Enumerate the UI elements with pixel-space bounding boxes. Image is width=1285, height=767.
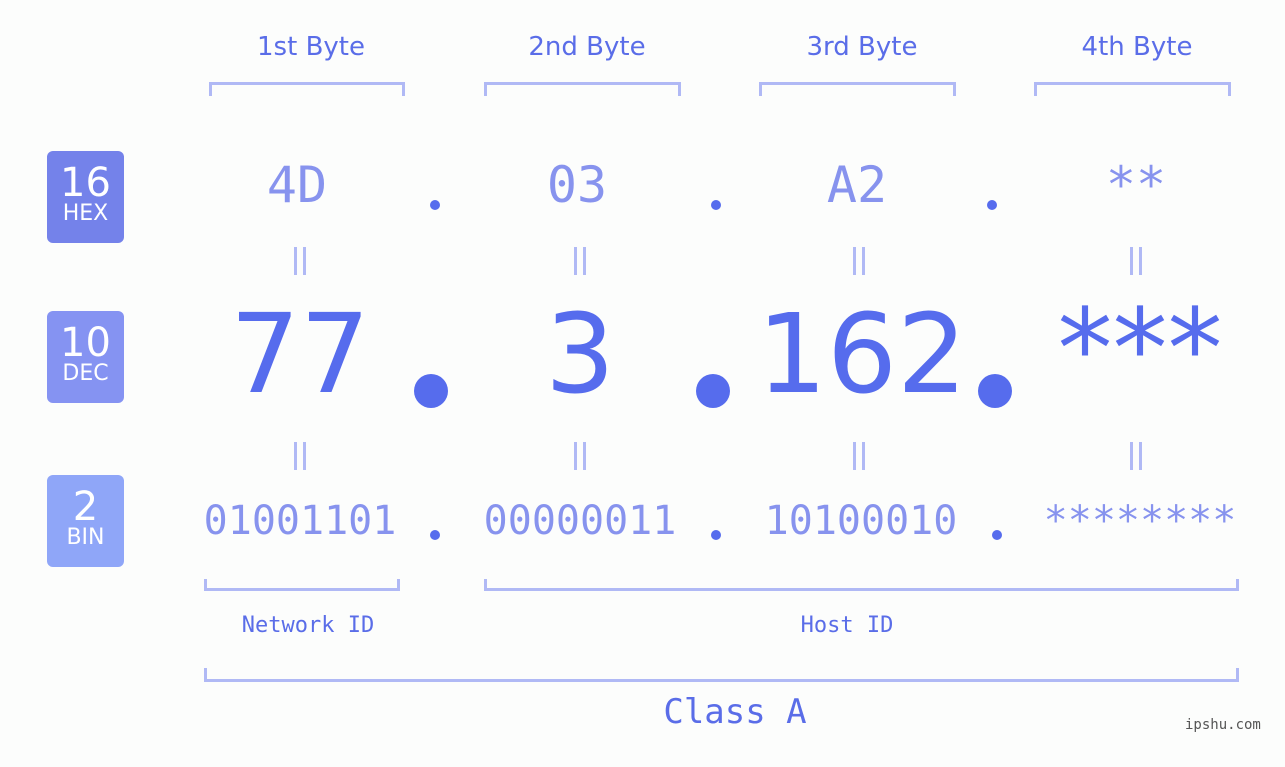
dec-base-number: 10 [60, 320, 111, 366]
host-id-bracket [484, 579, 1239, 591]
dec-base-label: DEC [62, 361, 109, 386]
byte-header-2: 2nd Byte [528, 32, 646, 62]
equals-icon [560, 442, 600, 478]
byte-header-3: 3rd Byte [806, 32, 918, 62]
network-id-bracket [204, 579, 400, 591]
dec-octet-2: 3 [545, 290, 615, 418]
bin-dot-2 [711, 530, 721, 540]
hex-octet-4: ** [1105, 156, 1167, 214]
dec-octet-4: *** [1057, 285, 1223, 413]
bin-dot-3 [992, 530, 1002, 540]
dec-dot-1 [414, 374, 448, 408]
equals-icon [839, 247, 879, 283]
host-id-label: Host ID [800, 613, 894, 638]
bin-base-number: 2 [72, 484, 99, 530]
bin-base-label: BIN [66, 525, 105, 550]
byte-header-4: 4th Byte [1081, 32, 1193, 62]
network-id-label: Network ID [241, 613, 375, 638]
equals-icon [1116, 442, 1156, 478]
dec-octet-1: 77 [230, 290, 370, 418]
bin-octet-1: 01001101 [203, 498, 397, 544]
hex-octet-3: A2 [826, 156, 888, 214]
hex-dot-1 [430, 200, 440, 210]
bin-octet-2: 00000011 [483, 498, 677, 544]
dec-badge: 10 DEC [47, 311, 124, 403]
equals-icon [280, 247, 320, 283]
dec-dot-2 [696, 374, 730, 408]
watermark: ipshu.com [1185, 717, 1261, 733]
hex-base-label: HEX [62, 201, 109, 226]
bin-dot-1 [430, 530, 440, 540]
hex-badge: 16 HEX [47, 151, 124, 243]
hex-dot-2 [711, 200, 721, 210]
byte-bracket-1 [209, 82, 405, 96]
equals-icon [839, 442, 879, 478]
hex-octet-2: 03 [546, 156, 608, 214]
class-bracket [204, 668, 1239, 682]
dec-octet-3: 162 [757, 290, 967, 418]
dec-dot-3 [978, 374, 1012, 408]
hex-base-number: 16 [60, 160, 111, 206]
equals-icon [280, 442, 320, 478]
equals-icon [1116, 247, 1156, 283]
class-label: Class A [663, 692, 807, 732]
bin-octet-3: 10100010 [764, 498, 958, 544]
equals-icon [560, 247, 600, 283]
byte-bracket-2 [484, 82, 681, 96]
byte-header-1: 1st Byte [257, 32, 365, 62]
bin-octet-4: ******** [1043, 498, 1237, 544]
bin-badge: 2 BIN [47, 475, 124, 567]
hex-octet-1: 4D [266, 156, 328, 214]
byte-bracket-4 [1034, 82, 1231, 96]
byte-bracket-3 [759, 82, 956, 96]
hex-dot-3 [987, 200, 997, 210]
